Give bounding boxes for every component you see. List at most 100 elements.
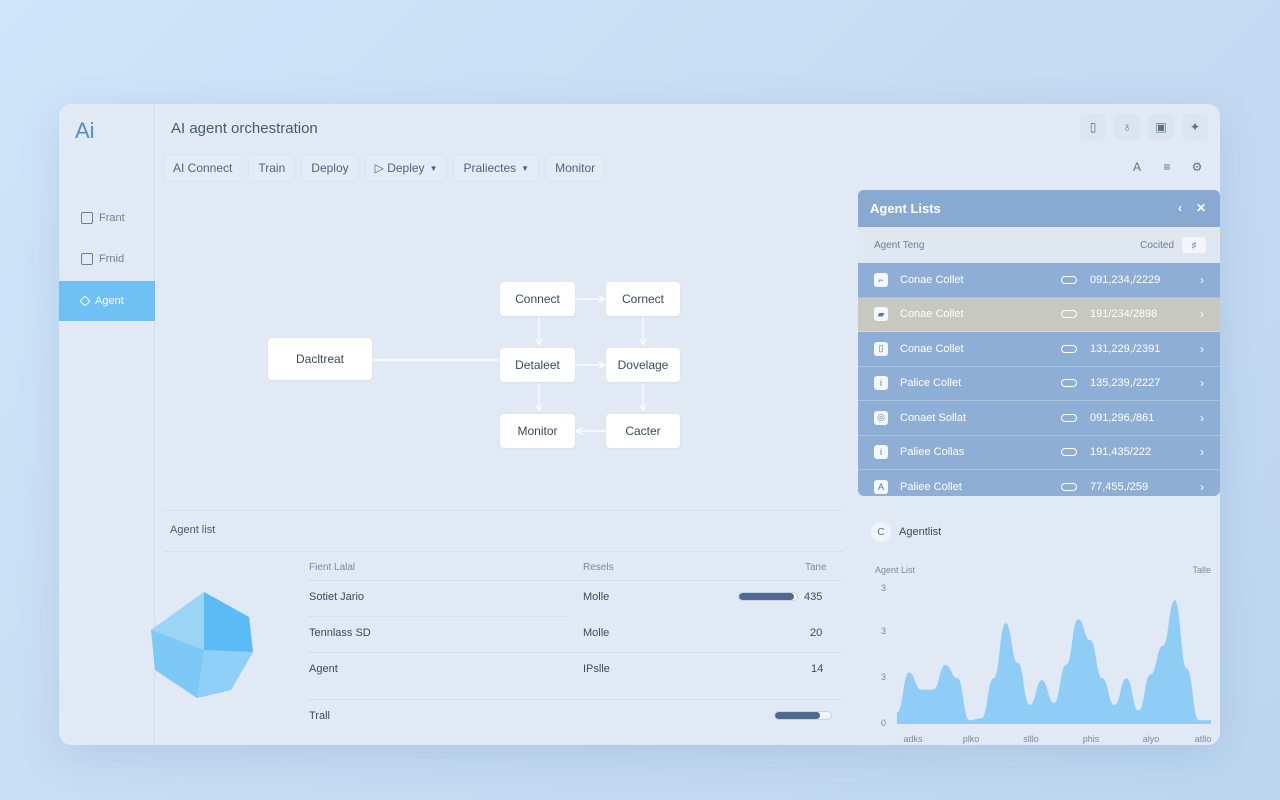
x-tick-label: phis [1083, 734, 1100, 744]
agent-value: 191,435/222 [1090, 446, 1152, 459]
divider [163, 551, 843, 552]
table-cell: IPslle [583, 663, 610, 675]
nav-train[interactable]: Train [248, 154, 296, 182]
flow-node-cacter[interactable]: Cacter [606, 414, 680, 448]
settings-icon[interactable]: ⚙ [1184, 154, 1210, 180]
chevron-right-icon: › [1200, 445, 1204, 460]
divider [307, 699, 842, 700]
cloud-icon [1061, 413, 1077, 422]
nav-label: Train [258, 161, 286, 175]
sparkle-icon[interactable]: ✦ [1182, 114, 1208, 140]
data-point [1005, 622, 1007, 624]
axis-label: Talle [1192, 565, 1211, 575]
flow-node-detaleet[interactable]: Detaleet [500, 348, 575, 382]
table-cell: Molle [583, 627, 610, 639]
flow-node-dacltreat[interactable]: Dacltreat [268, 338, 372, 380]
column-header: Tane [805, 562, 827, 573]
sidebar-item-agent[interactable]: Agent [59, 281, 155, 321]
data-point [1186, 668, 1188, 670]
bulb-icon[interactable]: ♁ [1114, 114, 1140, 140]
x-tick-label: adks [903, 734, 923, 744]
nav-label: Monitor [555, 161, 596, 175]
agent-value: 091,296,/861 [1090, 411, 1155, 424]
agent-icon [79, 295, 91, 307]
nav-label: Deploy [311, 161, 349, 175]
sidebar-item-frant[interactable]: Frant [59, 198, 155, 238]
panel-title: Agent Lists [870, 201, 941, 216]
flow-node-connect[interactable]: Connect [500, 282, 575, 316]
agent-name: Conae Collet [900, 342, 964, 355]
cloud-icon [1061, 344, 1077, 353]
area-series [897, 600, 1211, 724]
chevron-right-icon: › [1200, 479, 1204, 494]
agent-row[interactable]: ◎ Conaet Sollat 091,296,/861 › [858, 401, 1220, 436]
divider [307, 652, 842, 653]
top-nav: AI Connect Train Deploy ▷ Depley ▼ Pralie… [163, 154, 606, 182]
data-point [1065, 664, 1067, 666]
agent-row[interactable]: ▰ Conae Collet 191/234/2898 › [858, 297, 1220, 332]
row-progress-bar [738, 592, 798, 601]
flow-node-monitor[interactable]: Monitor [500, 414, 575, 448]
data-point [896, 712, 898, 714]
data-point [1198, 719, 1200, 721]
nav-deploy[interactable]: Deploy [301, 154, 359, 182]
agent-row[interactable]: ▯ Conae Collet 131,229,/2391 › [858, 332, 1220, 367]
footer-progress-bar [774, 711, 832, 720]
flow-node-dovelage[interactable]: Dovelage [606, 348, 680, 382]
agent-row[interactable]: ⌐ Conae Collet 091,234,/2229 › [858, 263, 1220, 298]
table-footer-label: Trall [309, 710, 330, 722]
flow-node-cornect[interactable]: Cornect [606, 282, 680, 316]
sidebar: Ai Frant Frnid Agent [59, 104, 155, 745]
sidebar-item-label: Frant [99, 212, 125, 224]
x-tick-label: slllo [1023, 734, 1039, 744]
phone-icon[interactable]: ▯ [1080, 114, 1106, 140]
chevron-left-icon[interactable]: ‹ [1178, 201, 1182, 215]
chevron-down-icon: ▼ [429, 163, 438, 173]
document-icon [81, 253, 93, 265]
data-point [956, 677, 958, 679]
cloud-icon [1061, 310, 1077, 319]
column-header: Resels [583, 562, 614, 573]
data-point [932, 689, 934, 691]
close-icon[interactable]: ✕ [1196, 201, 1206, 215]
data-point [1113, 704, 1115, 706]
subheader-controls: Cocited ♯ [1140, 237, 1206, 253]
sidebar-item-frnid[interactable]: Frnid [59, 239, 155, 279]
cloud-icon [1061, 275, 1077, 284]
nav-ai-connect[interactable]: AI Connect [163, 154, 243, 182]
data-point [920, 689, 922, 691]
filter-button[interactable]: ♯ [1182, 237, 1206, 253]
data-point [993, 677, 995, 679]
font-icon[interactable]: A [1124, 154, 1150, 180]
column-label: Cocited [1140, 239, 1174, 251]
data-point [981, 717, 983, 719]
data-point [1150, 674, 1152, 676]
table-cell: Sotiet Jario [309, 591, 365, 603]
data-point [1089, 639, 1091, 641]
chart-title: Agentlist [899, 526, 942, 538]
agent-type-icon: i [874, 445, 888, 460]
agent-row[interactable]: i Palice Collet 135,239,/2227 › [858, 367, 1220, 401]
agent-value: 77,455,/259 [1090, 480, 1149, 493]
data-point [1017, 662, 1019, 664]
panel-subheader: Agent Teng Cocited ♯ [858, 227, 1220, 263]
progress-fill [775, 712, 820, 719]
column-label: Agent Teng [874, 239, 925, 251]
agent-type-icon: ⌐ [874, 272, 888, 287]
chevron-right-icon: › [1200, 307, 1204, 322]
data-point [1174, 599, 1176, 601]
agent-row[interactable]: A Paliee Collet 77,455,/259 › [858, 470, 1220, 496]
window-icon[interactable]: ▣ [1148, 114, 1174, 140]
agent-name: Paliee Collas [900, 446, 965, 459]
y-tick-label: 3 [881, 672, 886, 682]
data-point [1210, 719, 1212, 721]
agent-row[interactable]: i Paliee Collas 191,435/222 › [858, 436, 1220, 470]
nav-praliectes-dropdown[interactable]: Praliectes ▼ [453, 154, 540, 182]
nav-monitor[interactable]: Monitor [545, 154, 606, 182]
data-point [1077, 618, 1079, 620]
agent-name: Conaet Sollat [900, 411, 967, 424]
agent-value: 091,234,/2229 [1090, 273, 1161, 286]
list-icon[interactable]: ≡ [1154, 154, 1180, 180]
nav-depley-dropdown[interactable]: ▷ Depley ▼ [364, 154, 448, 182]
flow-connectors [372, 194, 859, 594]
